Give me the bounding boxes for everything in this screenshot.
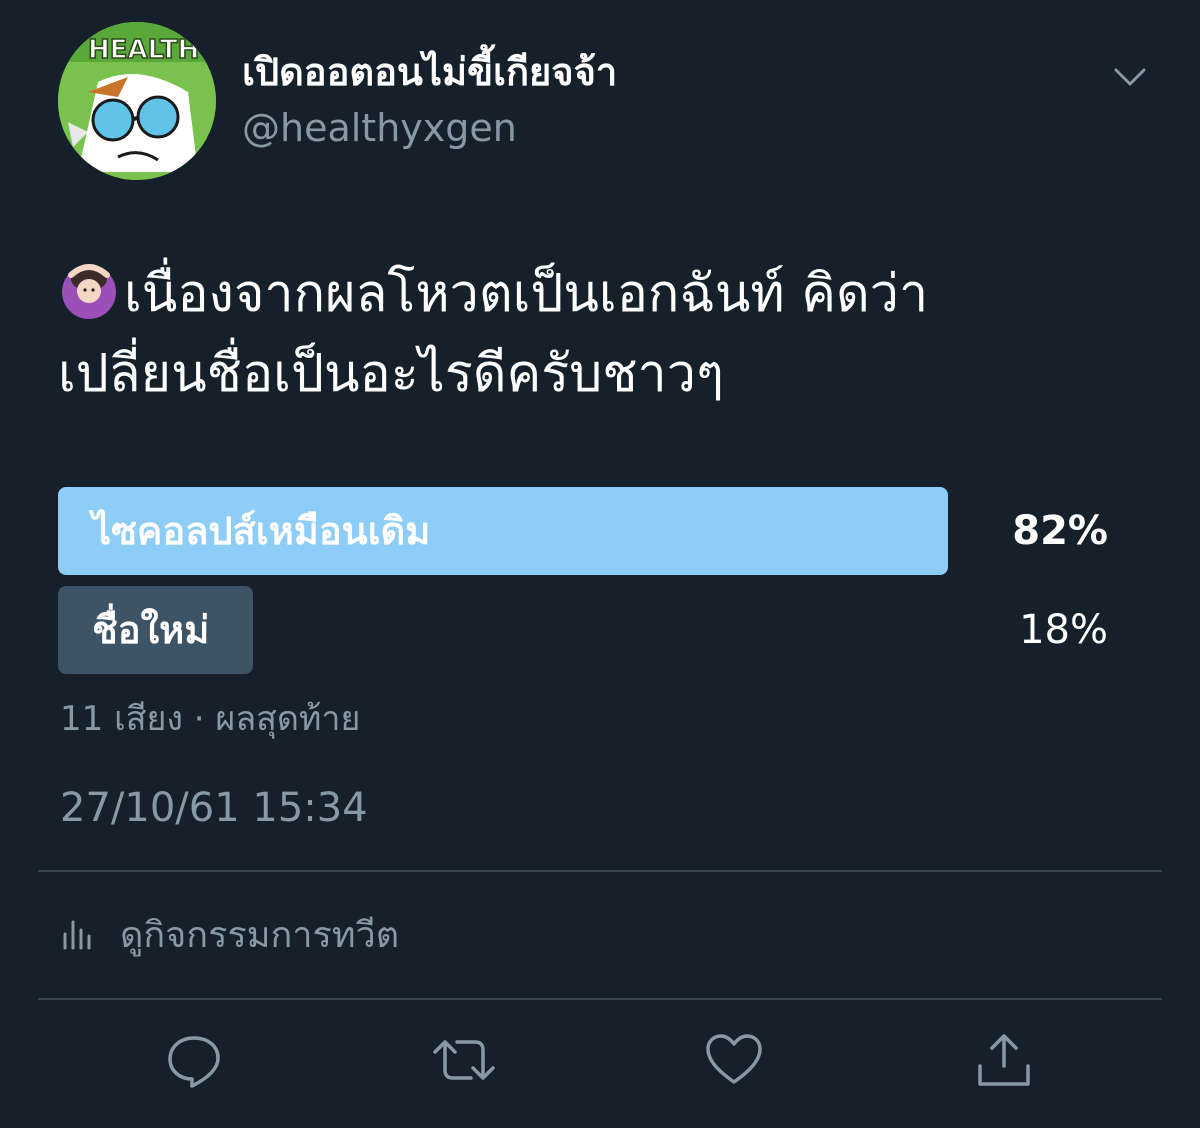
tweet-activity-label: ดูกิจกรรมการทวีต bbox=[120, 914, 400, 956]
avatar[interactable]: HEALTH bbox=[58, 22, 216, 180]
like-icon bbox=[704, 1030, 764, 1094]
reply-icon bbox=[164, 1030, 224, 1094]
reply-button[interactable] bbox=[162, 1030, 226, 1094]
tweet-text-line-1-text: เนื่องจากผลโหวตเป็นเอกฉันท์ คิดว่า bbox=[124, 264, 929, 324]
avatar-text: HEALTH bbox=[88, 35, 199, 65]
chevron-down-icon[interactable] bbox=[1108, 58, 1152, 98]
poll-option-1-label: ไซคอลปส์เหมือนเดิม bbox=[92, 509, 431, 553]
poll-votes-summary: 11 เสียง · ผลสุดท้าย bbox=[60, 699, 361, 739]
tweet-timestamp[interactable]: 27/10/61 15:34 bbox=[60, 780, 368, 836]
divider bbox=[38, 870, 1162, 872]
woman-gesturing-ok-icon bbox=[58, 259, 120, 321]
tweet-text: เนื่องจากผลโหวตเป็นเอกฉันท์ คิดว่า เปลี่… bbox=[58, 254, 1148, 414]
analytics-icon bbox=[60, 912, 92, 956]
retweet-button[interactable] bbox=[432, 1030, 496, 1094]
poll-option-1: ไซคอลปส์เหมือนเดิม bbox=[58, 487, 1118, 575]
share-button[interactable] bbox=[972, 1030, 1036, 1094]
share-icon bbox=[974, 1030, 1034, 1094]
poll-option-2: ชื่อใหม่ bbox=[58, 586, 1118, 674]
tweet-activity-link[interactable]: ดูกิจกรรมการทวีต bbox=[60, 906, 399, 962]
tweet-text-line-2: เปลี่ยนชื่อเป็นอะไรดีครับชาวๆ bbox=[58, 344, 724, 404]
display-name[interactable]: เปิดออตอนไม่ขี้เกียจจ้า bbox=[242, 44, 617, 100]
poll-option-1-percent: 82% bbox=[1012, 508, 1108, 554]
poll-option-2-label: ชื่อใหม่ bbox=[92, 608, 210, 652]
user-handle[interactable]: @healthyxgen bbox=[242, 100, 517, 156]
poll-option-2-percent: 18% bbox=[1019, 607, 1108, 653]
divider bbox=[38, 998, 1162, 1000]
tweet-text-line-1: เนื่องจากผลโหวตเป็นเอกฉันท์ คิดว่า bbox=[58, 254, 1148, 334]
retweet-icon bbox=[431, 1030, 497, 1094]
like-button[interactable] bbox=[702, 1030, 766, 1094]
